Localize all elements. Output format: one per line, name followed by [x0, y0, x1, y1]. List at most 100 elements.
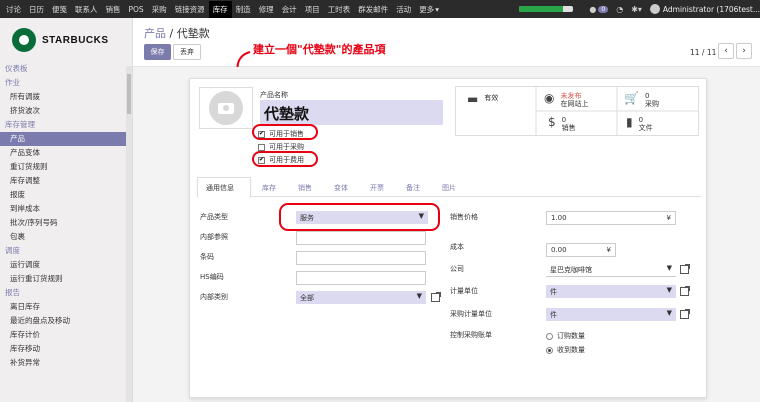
sidebar-item[interactable]: 库存计价 [0, 328, 126, 342]
annotation-text: 建立一個"代墊款"的產品項 [253, 43, 386, 56]
top-menu-item[interactable]: 更多 [419, 4, 434, 15]
chat-icon[interactable]: ● [589, 5, 596, 14]
sidebar-item[interactable]: 包裹 [0, 230, 126, 244]
save-button[interactable]: 保存 [144, 44, 171, 60]
sidebar-item[interactable]: 重订货规则 [0, 160, 126, 174]
tab-notes[interactable]: 备注 [406, 183, 420, 193]
top-menu-item[interactable]: 制造 [236, 4, 251, 15]
uom-select[interactable]: 件 ▼ [546, 285, 676, 298]
dropdown-caret-icon: ▼ [666, 286, 672, 294]
tab-images[interactable]: 图片 [442, 183, 456, 193]
tab-invoicing[interactable]: 开票 [370, 183, 384, 193]
sidebar-item[interactable]: 所有调拨 [0, 90, 126, 104]
active-toggle-button[interactable]: ▬ 有效 [467, 93, 498, 117]
bug-icon[interactable]: ✱▾ [631, 5, 642, 14]
sidebar-item[interactable]: 批次/序列号码 [0, 216, 126, 230]
sidebar-item[interactable]: 运行重订货规则 [0, 272, 126, 286]
website-publish-button[interactable]: ◉ 未发布 在网站上 [544, 92, 588, 116]
hs-code-input[interactable] [296, 271, 426, 285]
top-menu-item[interactable]: 库存 [208, 0, 232, 18]
internal-reference-input[interactable] [296, 231, 426, 245]
barcode-label: 条码 [200, 253, 214, 261]
checkbox-icon[interactable] [258, 143, 265, 151]
tab-inventory[interactable]: 库存 [262, 183, 276, 193]
product-image[interactable] [199, 87, 253, 129]
product-type-label: 产品类型 [200, 213, 228, 221]
product-name-label: 产品名称 [260, 91, 288, 99]
sidebar-section[interactable]: 库存管理 [0, 118, 126, 132]
product-name-field[interactable]: 代墊款 [260, 100, 443, 125]
clock-icon[interactable]: ◔ [616, 5, 623, 14]
sidebar-section[interactable]: 仪表板 [0, 62, 126, 76]
internal-category-select[interactable]: 全部 ▼ [296, 291, 426, 304]
sidebar-item[interactable]: 补货异常 [0, 356, 126, 370]
documents-button[interactable]: ▮ 0 文件 [626, 116, 653, 140]
sidebar-item[interactable]: 产品 [0, 132, 126, 146]
external-link-icon[interactable] [431, 292, 441, 302]
sidebar-item[interactable]: 库存调整 [0, 174, 126, 188]
external-link-icon[interactable] [680, 309, 690, 319]
top-menu-item[interactable]: 联系人 [75, 4, 98, 15]
tab-variants[interactable]: 变体 [334, 183, 348, 193]
top-navbar: 讨论 日历 便笺 联系人 销售 POS 采购 链接资源 库存 制造 修理 会计 项目 工时表 群发邮件 活动更… [0, 0, 760, 18]
pager-previous-button[interactable]: ‹ [718, 43, 734, 59]
top-menu-item[interactable]: 群发邮件 [358, 4, 388, 15]
progress-fill [519, 6, 563, 12]
tab-sales[interactable]: 销售 [298, 183, 312, 193]
external-link-icon[interactable] [680, 264, 690, 274]
top-menu-item[interactable]: 便笺 [52, 4, 67, 15]
dropdown-caret-icon: ▼ [666, 264, 672, 272]
top-menu-item[interactable]: 采购 [152, 4, 167, 15]
control-received-radio[interactable]: 收到数量 [546, 345, 585, 355]
sidebar-section[interactable]: 报告 [0, 286, 126, 300]
top-menu-item[interactable]: 日历 [29, 4, 44, 15]
user-menu[interactable]: Administrator (1706test... [663, 5, 760, 14]
external-link-icon[interactable] [680, 286, 690, 296]
discard-button[interactable]: 丢弃 [173, 44, 201, 60]
radio-icon[interactable] [546, 332, 553, 340]
sidebar-item[interactable]: 产品变体 [0, 146, 126, 160]
company-select[interactable]: 星巴克咖啡馆 ▼ [546, 263, 676, 277]
cart-icon: 🛒 [624, 91, 639, 105]
company-logo[interactable]: STARBUCKS [12, 28, 109, 52]
sidebar-item[interactable]: 最近的盘点及移动 [0, 314, 126, 328]
sidebar-item[interactable]: 库存移动 [0, 342, 126, 356]
sales-button[interactable]: $ 0 销售 [548, 116, 576, 140]
purchase-uom-select[interactable]: 件 ▼ [546, 308, 676, 321]
breadcrumb-products[interactable]: 产品 [144, 27, 166, 40]
highlight-ring [252, 124, 318, 140]
control-ordered-radio[interactable]: 订购数量 [546, 331, 585, 341]
barcode-input[interactable] [296, 251, 426, 265]
top-menu-item[interactable]: 链接资源 [175, 4, 205, 15]
top-menu-item[interactable]: 销售 [106, 4, 121, 15]
top-menu-item[interactable]: POS [129, 5, 144, 14]
brand-name: STARBUCKS [42, 34, 109, 46]
top-menu-item[interactable]: 会计 [282, 4, 297, 15]
uom-label: 计量单位 [450, 287, 478, 295]
top-menu-item[interactable]: 活动 [396, 4, 411, 15]
tab-general-info[interactable]: 通用信息 [206, 183, 234, 193]
pager-next-button[interactable]: › [736, 43, 752, 59]
cost-input[interactable]: 0.00 ¥ [546, 243, 616, 257]
systray: ● 0 ◔ ✱▾ Administrator (1706test... [519, 0, 760, 18]
purchases-button[interactable]: 🛒 0 采购 [624, 92, 659, 116]
sidebar-item[interactable]: 报废 [0, 188, 126, 202]
top-menu-item[interactable]: 修理 [259, 4, 274, 15]
sidebar-scrollbar[interactable] [126, 66, 132, 402]
top-menu-item[interactable]: 工时表 [328, 4, 351, 15]
breadcrumb: 产品 / 代墊款 [144, 25, 210, 41]
sidebar-item[interactable]: 挤货波次 [0, 104, 126, 118]
avatar[interactable] [649, 4, 660, 14]
top-menu-item[interactable]: 项目 [305, 4, 320, 15]
sidebar-item[interactable]: 到岸成本 [0, 202, 126, 216]
sidebar-section[interactable]: 调度 [0, 244, 126, 258]
sidebar-item[interactable]: 离日库存 [0, 300, 126, 314]
company-label: 公司 [450, 265, 464, 273]
sidebar-item[interactable]: 运行调度 [0, 258, 126, 272]
pager-value[interactable]: 11 / 11 [690, 48, 716, 57]
radio-icon[interactable] [546, 346, 553, 354]
top-menu-item[interactable]: 讨论 [6, 4, 21, 15]
control-policy-label: 控制采购账单 [450, 331, 492, 339]
sales-price-input[interactable]: 1.00 ¥ [546, 211, 676, 225]
sidebar-section[interactable]: 作业 [0, 76, 126, 90]
